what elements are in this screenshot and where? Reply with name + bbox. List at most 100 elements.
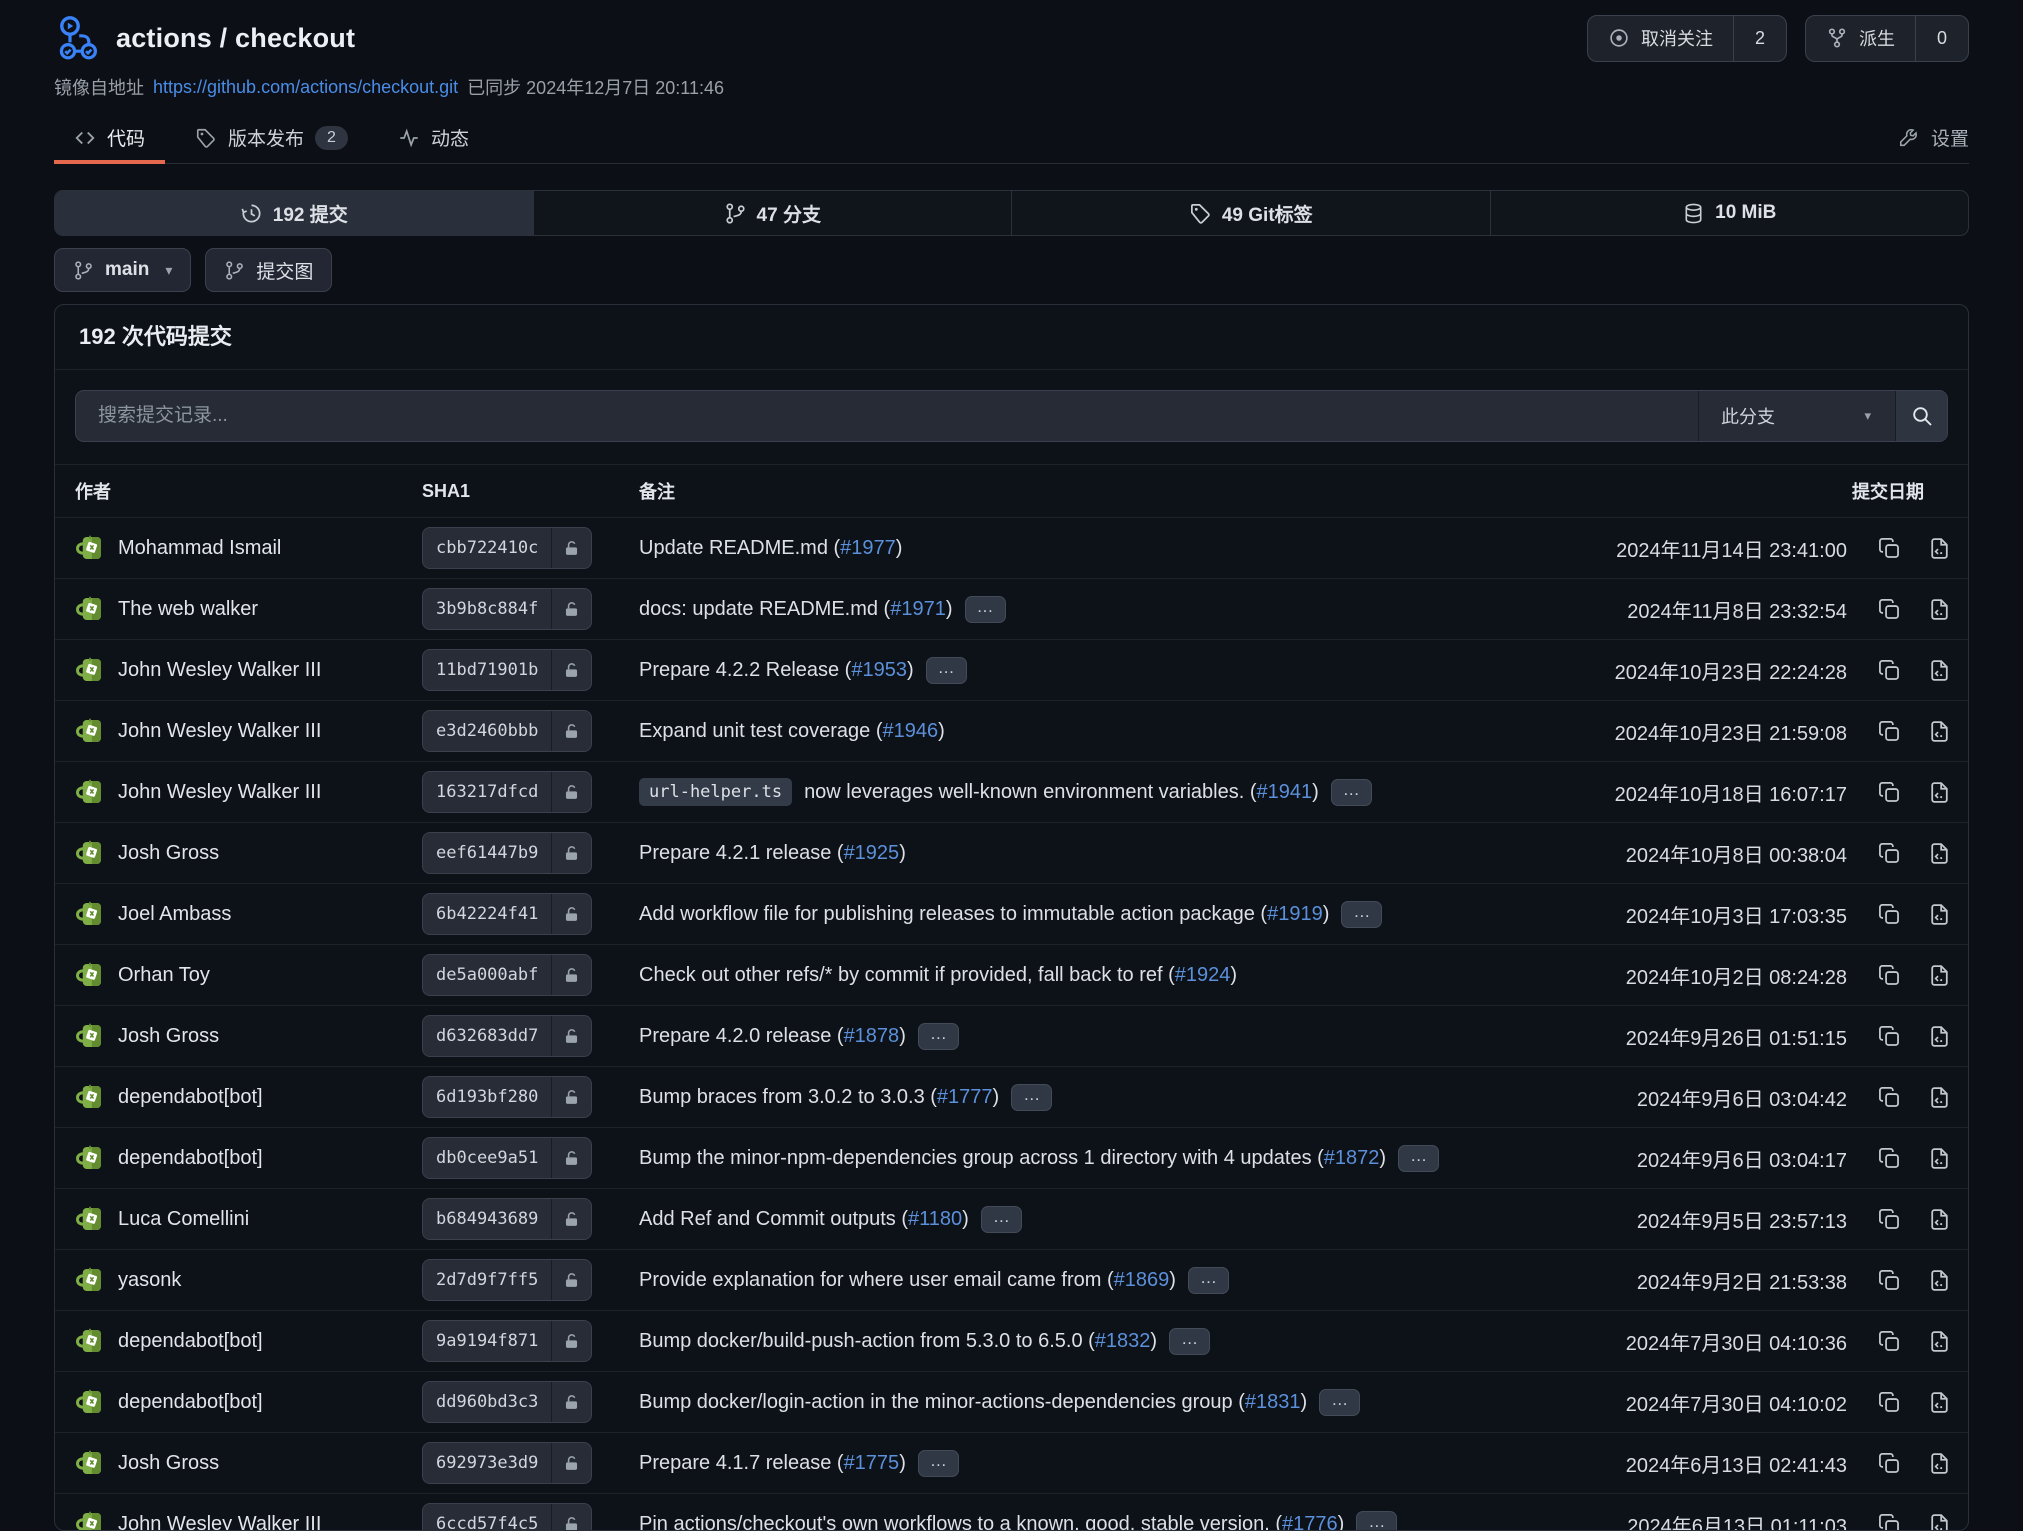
- commit-sha-badge[interactable]: b684943689: [422, 1198, 592, 1240]
- commit-sha-badge[interactable]: e3d2460bbb: [422, 710, 592, 752]
- expand-commit-button[interactable]: …: [1356, 1511, 1397, 1531]
- commit-author-link[interactable]: dependabot[bot]: [118, 1330, 263, 1353]
- commit-author-link[interactable]: John Wesley Walker III: [118, 781, 321, 804]
- expand-commit-button[interactable]: …: [1169, 1328, 1210, 1355]
- commit-sha-badge[interactable]: db0cee9a51: [422, 1137, 592, 1179]
- copy-sha-button[interactable]: [1877, 1390, 1902, 1415]
- copy-sha-button[interactable]: [1877, 963, 1902, 988]
- browse-source-button[interactable]: [1927, 536, 1952, 561]
- browse-source-button[interactable]: [1927, 597, 1952, 622]
- commit-author-link[interactable]: John Wesley Walker III: [118, 1513, 321, 1531]
- commit-sha-badge[interactable]: dd960bd3c3: [422, 1381, 592, 1423]
- commit-sha-badge[interactable]: eef61447b9: [422, 832, 592, 874]
- browse-source-button[interactable]: [1927, 1451, 1952, 1476]
- tab-code[interactable]: 代码: [54, 112, 165, 163]
- fork-button[interactable]: 派生 0: [1805, 15, 1969, 62]
- pr-link[interactable]: #1869: [1114, 1269, 1170, 1291]
- commit-author-link[interactable]: Josh Gross: [118, 1025, 219, 1048]
- commit-sha-badge[interactable]: 6b42224f41: [422, 893, 592, 935]
- browse-source-button[interactable]: [1927, 963, 1952, 988]
- commit-sha-badge[interactable]: cbb722410c: [422, 527, 592, 569]
- browse-source-button[interactable]: [1927, 719, 1952, 744]
- browse-source-button[interactable]: [1927, 1146, 1952, 1171]
- commit-sha-badge[interactable]: 9a9194f871: [422, 1320, 592, 1362]
- pr-link[interactable]: #1832: [1095, 1330, 1151, 1352]
- pr-link[interactable]: #1977: [840, 537, 896, 559]
- browse-source-button[interactable]: [1927, 902, 1952, 927]
- stat-branches[interactable]: 47 分支: [533, 191, 1012, 235]
- commit-author-link[interactable]: John Wesley Walker III: [118, 720, 321, 743]
- commit-author-link[interactable]: Joel Ambass: [118, 903, 231, 926]
- expand-commit-button[interactable]: …: [1319, 1389, 1360, 1416]
- commit-graph-button[interactable]: 提交图: [205, 248, 332, 292]
- watch-button[interactable]: 取消关注 2: [1587, 15, 1787, 62]
- pr-link[interactable]: #1777: [937, 1086, 993, 1108]
- commit-sha-badge[interactable]: de5a000abf: [422, 954, 592, 996]
- pr-link[interactable]: #1946: [882, 720, 938, 742]
- tab-settings[interactable]: 设置: [1878, 112, 1969, 163]
- expand-commit-button[interactable]: …: [918, 1023, 959, 1050]
- commit-author-link[interactable]: dependabot[bot]: [118, 1086, 263, 1109]
- browse-source-button[interactable]: [1927, 1207, 1952, 1232]
- commit-author-link[interactable]: Josh Gross: [118, 842, 219, 865]
- stat-tags[interactable]: 49 Git标签: [1011, 191, 1490, 235]
- commit-author-link[interactable]: Orhan Toy: [118, 964, 210, 987]
- expand-commit-button[interactable]: …: [965, 596, 1006, 623]
- mirror-url-link[interactable]: https://github.com/actions/checkout.git: [153, 77, 458, 98]
- commit-sha-badge[interactable]: 3b9b8c884f: [422, 588, 592, 630]
- tab-releases[interactable]: 版本发布 2: [175, 112, 368, 163]
- browse-source-button[interactable]: [1927, 1268, 1952, 1293]
- copy-sha-button[interactable]: [1877, 1268, 1902, 1293]
- browse-source-button[interactable]: [1927, 1390, 1952, 1415]
- copy-sha-button[interactable]: [1877, 780, 1902, 805]
- commit-sha-badge[interactable]: 6ccd57f4c5: [422, 1503, 592, 1531]
- copy-sha-button[interactable]: [1877, 902, 1902, 927]
- copy-sha-button[interactable]: [1877, 1512, 1902, 1531]
- commit-author-link[interactable]: Josh Gross: [118, 1452, 219, 1475]
- watch-count[interactable]: 2: [1733, 16, 1786, 61]
- copy-sha-button[interactable]: [1877, 1146, 1902, 1171]
- copy-sha-button[interactable]: [1877, 597, 1902, 622]
- pr-link[interactable]: #1924: [1175, 964, 1231, 986]
- copy-sha-button[interactable]: [1877, 1085, 1902, 1110]
- copy-sha-button[interactable]: [1877, 658, 1902, 683]
- fork-count[interactable]: 0: [1915, 16, 1968, 61]
- copy-sha-button[interactable]: [1877, 1451, 1902, 1476]
- browse-source-button[interactable]: [1927, 1085, 1952, 1110]
- browse-source-button[interactable]: [1927, 1024, 1952, 1049]
- expand-commit-button[interactable]: …: [1341, 901, 1382, 928]
- browse-source-button[interactable]: [1927, 780, 1952, 805]
- commit-author-link[interactable]: dependabot[bot]: [118, 1391, 263, 1414]
- commit-author-link[interactable]: Luca Comellini: [118, 1208, 249, 1231]
- commit-author-link[interactable]: dependabot[bot]: [118, 1147, 263, 1170]
- commit-sha-badge[interactable]: 163217dfcd: [422, 771, 592, 813]
- pr-link[interactable]: #1831: [1245, 1391, 1301, 1413]
- pr-link[interactable]: #1180: [908, 1208, 962, 1230]
- stat-size[interactable]: 10 MiB: [1490, 191, 1969, 235]
- commit-author-link[interactable]: yasonk: [118, 1269, 181, 1292]
- copy-sha-button[interactable]: [1877, 1207, 1902, 1232]
- pr-link[interactable]: #1872: [1324, 1147, 1380, 1169]
- pr-link[interactable]: #1953: [851, 659, 907, 681]
- expand-commit-button[interactable]: …: [1188, 1267, 1229, 1294]
- stat-commits[interactable]: 192 提交: [55, 191, 533, 235]
- expand-commit-button[interactable]: …: [1331, 779, 1372, 806]
- pr-link[interactable]: #1919: [1267, 903, 1323, 925]
- branch-scope-select[interactable]: 此分支 ▾: [1698, 391, 1895, 441]
- commit-sha-badge[interactable]: 692973e3d9: [422, 1442, 592, 1484]
- expand-commit-button[interactable]: …: [981, 1206, 1022, 1233]
- commit-sha-badge[interactable]: 2d7d9f7ff5: [422, 1259, 592, 1301]
- expand-commit-button[interactable]: …: [918, 1450, 959, 1477]
- expand-commit-button[interactable]: …: [926, 657, 967, 684]
- commit-author-link[interactable]: The web walker: [118, 598, 258, 621]
- commit-author-link[interactable]: Mohammad Ismail: [118, 537, 281, 560]
- commit-search-input[interactable]: [76, 391, 1698, 441]
- commit-sha-badge[interactable]: 11bd71901b: [422, 649, 592, 691]
- pr-link[interactable]: #1971: [890, 598, 946, 620]
- copy-sha-button[interactable]: [1877, 841, 1902, 866]
- branch-selector[interactable]: main ▾: [54, 248, 191, 292]
- copy-sha-button[interactable]: [1877, 719, 1902, 744]
- expand-commit-button[interactable]: …: [1398, 1145, 1439, 1172]
- commit-sha-badge[interactable]: 6d193bf280: [422, 1076, 592, 1118]
- commit-author-link[interactable]: John Wesley Walker III: [118, 659, 321, 682]
